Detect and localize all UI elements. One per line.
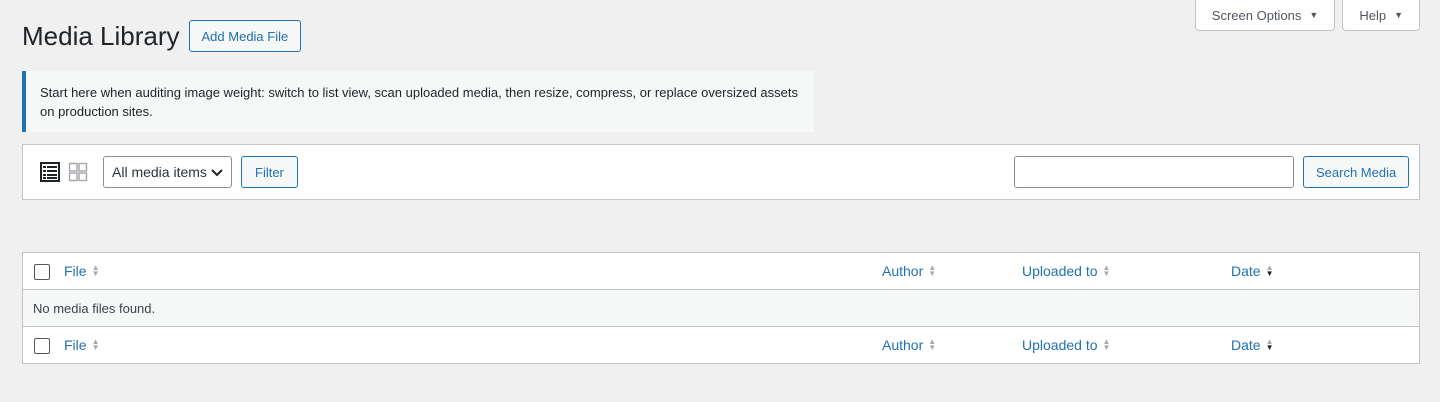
column-author-label: Author: [882, 263, 924, 279]
media-type-select[interactable]: All media items: [103, 156, 232, 188]
column-date-footer[interactable]: Date ▲ ▼: [1231, 327, 1274, 363]
sort-desc-icon: ▲ ▼: [1265, 337, 1274, 352]
media-table: File ▲ ▼ Author ▲ ▼ Uploaded to ▲ ▼ Date ▲ ▼…: [22, 252, 1420, 364]
column-date-label: Date: [1231, 337, 1261, 353]
screen-options-button[interactable]: Screen Options ▼: [1194, 0, 1336, 31]
sort-desc-icon: ▲ ▼: [1265, 263, 1274, 278]
help-button[interactable]: Help ▼: [1342, 0, 1420, 31]
column-file-header[interactable]: File ▲ ▼: [64, 253, 99, 289]
empty-row: No media files found.: [23, 290, 1419, 326]
column-file-label: File: [64, 337, 87, 353]
notice-text: Start here when auditing image weight: s…: [40, 85, 798, 119]
sort-icon: ▲ ▼: [91, 263, 100, 278]
page-header: Media Library Add Media File: [22, 20, 302, 52]
sort-icon: ▲ ▼: [928, 337, 937, 352]
column-uploaded-to-header[interactable]: Uploaded to ▲ ▼: [1022, 253, 1110, 289]
info-notice: Start here when auditing image weight: s…: [22, 71, 814, 132]
column-uploaded-to-footer[interactable]: Uploaded to ▲ ▼: [1022, 327, 1110, 363]
column-author-footer[interactable]: Author ▲ ▼: [882, 327, 936, 363]
column-date-header[interactable]: Date ▲ ▼: [1231, 253, 1274, 289]
column-file-footer[interactable]: File ▲ ▼: [64, 327, 99, 363]
table-footer-row: File ▲ ▼ Author ▲ ▼ Uploaded to ▲ ▼ Date ▲ ▼: [23, 326, 1419, 363]
sort-icon: ▲ ▼: [1102, 263, 1111, 278]
filter-button[interactable]: Filter: [241, 156, 298, 188]
column-author-label: Author: [882, 337, 924, 353]
chevron-down-icon: [211, 164, 223, 180]
caret-down-icon: ▼: [1394, 10, 1403, 20]
column-uploaded-to-label: Uploaded to: [1022, 337, 1098, 353]
caret-down-icon: ▼: [1309, 10, 1319, 20]
media-type-select-value: All media items: [112, 164, 207, 180]
add-media-file-button[interactable]: Add Media File: [188, 20, 302, 52]
page-title: Media Library: [22, 21, 180, 51]
help-label: Help: [1359, 7, 1387, 23]
sort-icon: ▲ ▼: [1102, 337, 1111, 352]
list-view-icon[interactable]: [40, 162, 60, 182]
column-file-label: File: [64, 263, 87, 279]
grid-view-icon[interactable]: [68, 162, 88, 182]
media-toolbar: All media items Filter Search Media: [22, 144, 1420, 200]
screen-options-label: Screen Options: [1211, 7, 1302, 23]
sort-icon: ▲ ▼: [928, 263, 937, 278]
search-media-button[interactable]: Search Media: [1303, 156, 1410, 188]
table-header-row: File ▲ ▼ Author ▲ ▼ Uploaded to ▲ ▼ Date ▲ ▼: [23, 253, 1419, 290]
column-uploaded-to-label: Uploaded to: [1022, 263, 1098, 279]
select-all-checkbox[interactable]: [34, 264, 50, 280]
empty-message: No media files found.: [33, 300, 156, 316]
sort-icon: ▲ ▼: [91, 337, 100, 352]
column-author-header[interactable]: Author ▲ ▼: [882, 253, 936, 289]
column-date-label: Date: [1231, 263, 1261, 279]
select-all-checkbox-footer[interactable]: [34, 338, 50, 354]
search-media-input[interactable]: [1014, 156, 1294, 188]
screen-meta-links: Screen Options ▼ Help ▼: [1194, 0, 1420, 31]
